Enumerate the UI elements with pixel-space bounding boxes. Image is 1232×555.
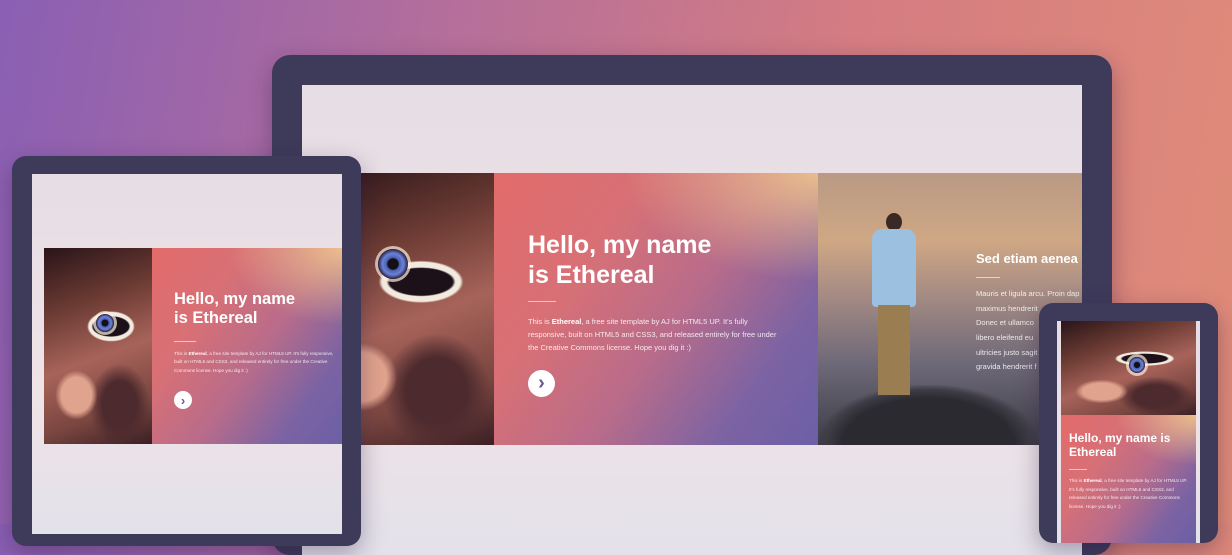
chevron-right-icon: › bbox=[180, 392, 186, 408]
hero-panel: Hello, my name is Ethereal This is Ether… bbox=[152, 248, 342, 444]
hero-title-line1: Hello, my name is bbox=[1069, 431, 1171, 445]
hero-title: Hello, my name is Ethereal bbox=[528, 231, 808, 290]
hero-title: Hello, my name is Ethereal bbox=[1069, 431, 1196, 459]
secondary-title: Sed etiam aenea bbox=[976, 251, 1078, 266]
eye-iris bbox=[1129, 357, 1145, 373]
hero-divider bbox=[528, 301, 556, 302]
phone-screen: Hello, my name is Ethereal This is Ether… bbox=[1057, 321, 1200, 543]
hiker-torso bbox=[872, 229, 916, 307]
chevron-right-icon: › bbox=[538, 372, 545, 394]
desktop-monitor-frame: Hello, my name is Ethereal This is Ether… bbox=[272, 55, 1112, 555]
face-image bbox=[44, 248, 152, 444]
hero-description-prefix: This is bbox=[1069, 478, 1084, 483]
hero-title-line2: Ethereal bbox=[1069, 445, 1117, 460]
hiker-figure bbox=[866, 213, 924, 403]
desktop-screen: Hello, my name is Ethereal This is Ether… bbox=[302, 85, 1082, 555]
hero-title: Hello, my name is Ethereal bbox=[174, 290, 342, 329]
hero-description: This is Ethereal, a free site template b… bbox=[1069, 477, 1189, 512]
hero-description: This is Ethereal, a free site template b… bbox=[528, 315, 784, 354]
face-image bbox=[1061, 321, 1196, 415]
hiker-legs bbox=[878, 305, 910, 395]
hero-divider bbox=[1069, 469, 1087, 470]
eye-iris bbox=[378, 249, 408, 279]
hero-description: This is Ethereal, a free site template b… bbox=[174, 350, 340, 375]
hero-description-bold: Ethereal bbox=[188, 351, 207, 356]
secondary-divider bbox=[976, 277, 1000, 278]
hero-divider bbox=[174, 341, 196, 342]
eye-iris bbox=[96, 314, 114, 332]
phone-frame: Hello, my name is Ethereal This is Ether… bbox=[1039, 303, 1218, 543]
hero-title-line1: Hello, my name bbox=[528, 231, 712, 259]
next-button[interactable]: › bbox=[528, 370, 555, 397]
tablet-frame: Hello, my name is Ethereal This is Ether… bbox=[12, 156, 361, 546]
tablet-screen: Hello, my name is Ethereal This is Ether… bbox=[32, 174, 342, 534]
rock-outcrop bbox=[818, 385, 1038, 445]
hero-title-line2: is Ethereal bbox=[528, 260, 655, 289]
hero-title-line1: Hello, my name bbox=[174, 290, 296, 308]
hero-panel: Hello, my name is Ethereal This is Ether… bbox=[494, 173, 818, 445]
next-button[interactable]: › bbox=[174, 391, 192, 409]
hero-description-prefix: This is bbox=[174, 351, 189, 356]
hero-description-bold: Ethereal bbox=[1083, 478, 1102, 483]
hero-description-prefix: This is bbox=[528, 317, 552, 326]
hero-description-bold: Ethereal bbox=[551, 317, 582, 326]
hero-title-line2: is Ethereal bbox=[174, 309, 258, 328]
